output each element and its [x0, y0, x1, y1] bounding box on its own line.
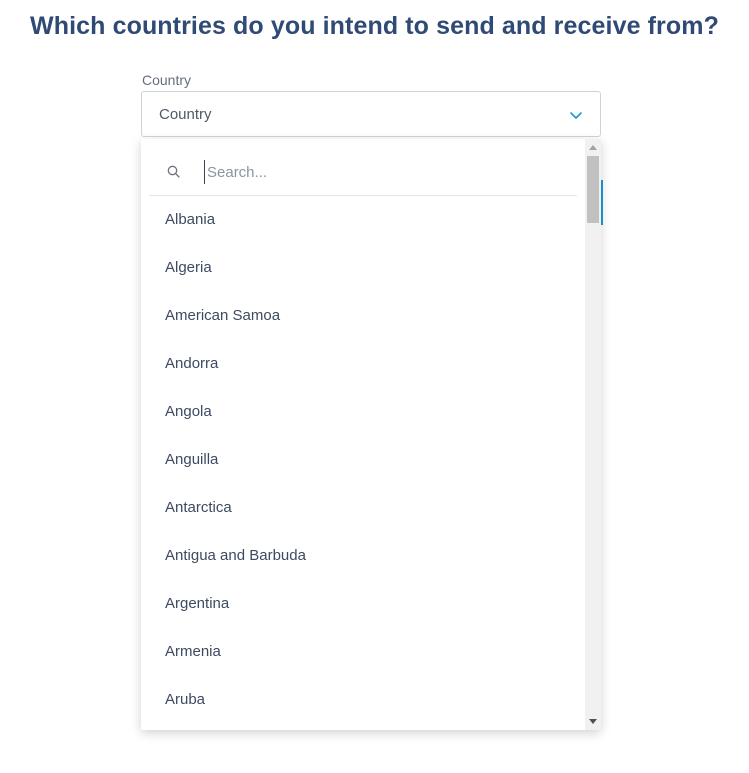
- chevron-down-icon: [570, 112, 582, 119]
- country-option[interactable]: Algeria: [141, 244, 585, 292]
- country-select[interactable]: Country: [141, 91, 601, 137]
- country-option[interactable]: Antigua and Barbuda: [141, 532, 585, 580]
- country-dropdown: AlbaniaAlgeriaAmerican SamoaAndorraAngol…: [141, 139, 601, 730]
- country-option[interactable]: Armenia: [141, 628, 585, 676]
- dropdown-search-row: [149, 153, 577, 196]
- select-focus-edge: [601, 180, 603, 225]
- dropdown-scrollbar[interactable]: [585, 139, 601, 730]
- scroll-up-arrow-icon[interactable]: [589, 145, 597, 150]
- scroll-down-arrow-icon[interactable]: [589, 719, 597, 724]
- country-option[interactable]: Andorra: [141, 340, 585, 388]
- search-input[interactable]: [204, 160, 567, 184]
- page: Which countries do you intend to send an…: [0, 0, 749, 773]
- country-option[interactable]: Anguilla: [141, 436, 585, 484]
- country-field-label: Country: [142, 72, 192, 88]
- country-option[interactable]: Albania: [141, 196, 585, 244]
- country-select-value: Country: [159, 106, 212, 123]
- country-option[interactable]: Aruba: [141, 676, 585, 724]
- search-icon: [167, 165, 180, 178]
- country-option[interactable]: Antarctica: [141, 484, 585, 532]
- country-option[interactable]: Argentina: [141, 580, 585, 628]
- page-title: Which countries do you intend to send an…: [30, 12, 719, 40]
- country-option-list: Albania Algeria American Samoa Andorra Angol…: [141, 196, 585, 724]
- country-option[interactable]: American Samoa: [141, 292, 585, 340]
- scrollbar-thumb[interactable]: [587, 156, 599, 223]
- country-option[interactable]: Angola: [141, 388, 585, 436]
